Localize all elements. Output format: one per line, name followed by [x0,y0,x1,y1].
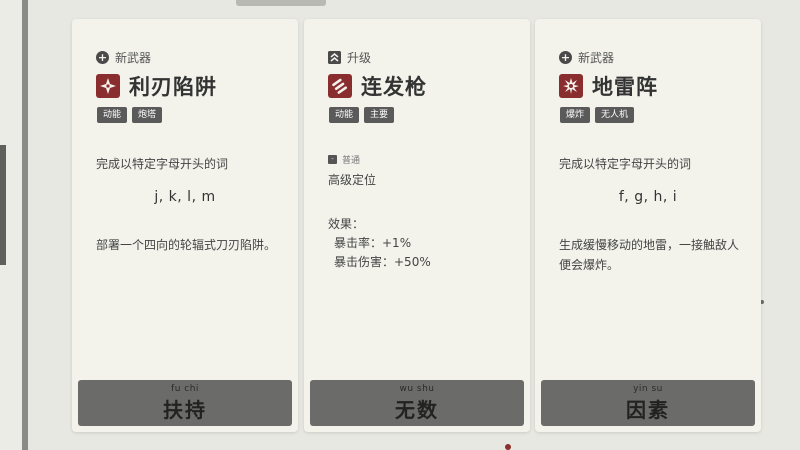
tag: 爆炸 [560,107,591,123]
left-panel-edge [0,0,28,450]
red-marker [505,444,511,450]
card-type-label: 新武器 [115,51,152,65]
card-description: 生成缓慢移动的地雷，一接触敌人便会爆炸。 [559,238,740,272]
effect-stat: 暴击率：+1% [334,236,412,250]
effects-label: 效果： [328,217,365,231]
rarity: - 普通 [328,153,360,166]
choice-card-blade-trap[interactable]: + 新武器 利刃陷阱 动能 炮塔 完成以特定字母开头的词 j, k, l, m … [72,19,298,432]
card-type-label: 升级 [347,51,372,65]
card-type-label: 新武器 [578,51,615,65]
card-type: + 新武器 [559,49,614,66]
word-hanzi: 因素 [626,398,670,422]
card-title-row: 地雷阵 [559,71,658,101]
left-panel-handle [0,145,6,265]
top-tab-marker [236,0,326,6]
tag-list: 动能 炮塔 [97,107,163,123]
card-title-row: 利刃陷阱 [96,71,217,101]
rarity-label: 普通 [342,156,361,166]
card-type: 升级 [328,49,371,66]
type-word-button[interactable]: wu shu 无数 [310,380,524,426]
required-letters: j, k, l, m [154,189,216,205]
card-title-row: 连发枪 [328,71,427,101]
tag: 炮塔 [132,107,163,123]
tag: 主要 [364,107,395,123]
card-title: 连发枪 [361,75,427,99]
card-title: 利刃陷阱 [129,75,217,99]
tag-list: 动能 主要 [329,107,395,123]
required-letters: f, g, h, i [618,189,678,205]
tag: 动能 [97,107,128,123]
card-title: 地雷阵 [592,75,658,99]
requirement-text: 完成以特定字母开头的词 [96,157,229,171]
word-pinyin: wu shu [399,384,435,394]
word-hanzi: 无数 [395,398,439,422]
choice-card-repeater[interactable]: 升级 连发枪 动能 主要 - 普通 高级定位 效果： 暴击率：+1% 暴击伤害：… [304,19,530,432]
type-word-button[interactable]: fu chi 扶持 [78,380,292,426]
rarity-icon: - [328,155,337,164]
tag-list: 爆炸 无人机 [560,107,635,123]
word-pinyin: yin su [633,384,663,394]
tag: 无人机 [595,107,635,123]
card-description: 部署一个四向的轮辐式刀刃陷阱。 [96,238,277,252]
word-pinyin: fu chi [171,384,199,394]
type-word-button[interactable]: yin su 因素 [541,380,755,426]
plus-circle-icon: + [559,51,572,64]
bullets-icon [328,74,352,98]
requirement-text: 完成以特定字母开头的词 [559,157,692,171]
choice-card-minefield[interactable]: + 新武器 地雷阵 爆炸 无人机 完成以特定字母开头的词 f, g, h, i … [535,19,761,432]
explosion-icon [559,74,583,98]
tag: 动能 [329,107,360,123]
upgrade-name: 高级定位 [328,173,377,187]
word-hanzi: 扶持 [163,398,207,422]
double-chevron-up-icon [328,51,341,64]
plus-circle-icon: + [96,51,109,64]
effects-list: 效果： 暴击率：+1% 暴击伤害：+50% [328,215,431,272]
card-type: + 新武器 [96,49,151,66]
shuriken-icon [96,74,120,98]
effect-stat: 暴击伤害：+50% [334,255,431,269]
